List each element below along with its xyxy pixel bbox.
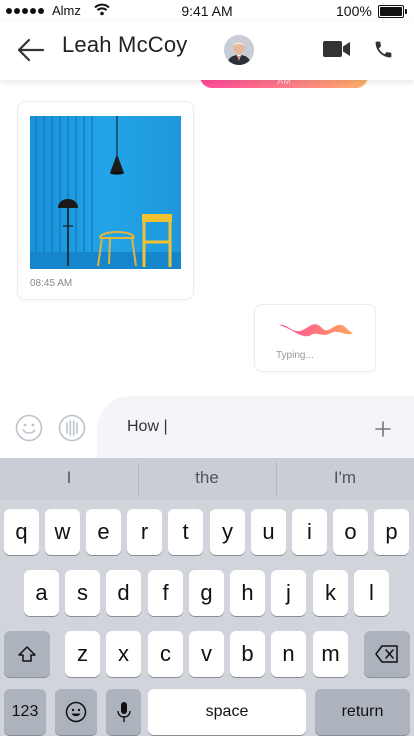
key-g[interactable]: g [189, 570, 224, 616]
dictation-key[interactable] [106, 689, 141, 735]
plus-icon[interactable] [374, 420, 392, 438]
typing-label: Typing... [276, 350, 314, 361]
microphone-icon [116, 702, 131, 722]
back-arrow-icon[interactable] [16, 37, 46, 63]
keyboard: I the I'm q w e r t y u i o p a s d f g … [0, 458, 414, 736]
key-j[interactable]: j [271, 570, 306, 616]
message-input-text[interactable]: How | [127, 418, 168, 436]
shift-icon [18, 646, 36, 662]
emoji-key[interactable] [55, 689, 97, 735]
key-t[interactable]: t [168, 509, 203, 555]
key-e[interactable]: e [86, 509, 121, 555]
key-s[interactable]: s [65, 570, 100, 616]
key-o[interactable]: o [333, 509, 368, 555]
key-r[interactable]: r [127, 509, 162, 555]
status-bar: Almz 9:41 AM 100% [0, 0, 414, 22]
key-p[interactable]: p [374, 509, 409, 555]
key-z[interactable]: z [65, 631, 100, 677]
contact-name[interactable]: Leah McCoy [62, 32, 188, 58]
key-v[interactable]: v [189, 631, 224, 677]
suggestion-1[interactable]: I [0, 458, 138, 500]
image-message[interactable]: 08:45 AM [17, 101, 194, 300]
message-composer: How | [0, 384, 414, 458]
key-n[interactable]: n [271, 631, 306, 677]
key-b[interactable]: b [230, 631, 265, 677]
message-input[interactable]: How | [97, 396, 414, 458]
suggestion-2[interactable]: the [138, 458, 276, 500]
key-q[interactable]: q [4, 509, 39, 555]
key-i[interactable]: i [292, 509, 327, 555]
key-h[interactable]: h [230, 570, 265, 616]
suggestion-3[interactable]: I'm [276, 458, 414, 500]
key-y[interactable]: y [210, 509, 245, 555]
key-w[interactable]: w [45, 509, 80, 555]
key-f[interactable]: f [148, 570, 183, 616]
phone-call-icon[interactable] [373, 39, 394, 60]
shift-key[interactable] [4, 631, 50, 677]
predictive-bar: I the I'm [0, 458, 414, 500]
typing-wave-icon [279, 324, 353, 337]
battery-percent: 100% [336, 3, 372, 19]
backspace-icon [375, 645, 398, 663]
key-k[interactable]: k [313, 570, 348, 616]
message-photo[interactable] [30, 116, 181, 269]
key-l[interactable]: l [354, 570, 389, 616]
chat-header: Leah McCoy [0, 22, 414, 80]
numbers-key[interactable]: 123 [4, 689, 46, 735]
space-key[interactable]: space [148, 689, 306, 735]
key-a[interactable]: a [24, 570, 59, 616]
return-key[interactable]: return [315, 689, 410, 735]
emoji-icon[interactable] [15, 414, 43, 442]
key-m[interactable]: m [313, 631, 348, 677]
typing-indicator: Typing... [254, 304, 376, 372]
battery-icon [378, 5, 407, 18]
key-u[interactable]: u [251, 509, 286, 555]
avatar-photo [224, 35, 254, 65]
backspace-key[interactable] [364, 631, 410, 677]
voice-message-icon[interactable] [58, 414, 86, 442]
avatar[interactable] [224, 35, 254, 65]
message-timestamp: 08:45 AM [30, 278, 73, 289]
key-d[interactable]: d [106, 570, 141, 616]
video-call-icon[interactable] [323, 40, 351, 58]
key-x[interactable]: x [106, 631, 141, 677]
key-c[interactable]: c [148, 631, 183, 677]
emoji-keyboard-icon [65, 701, 87, 723]
